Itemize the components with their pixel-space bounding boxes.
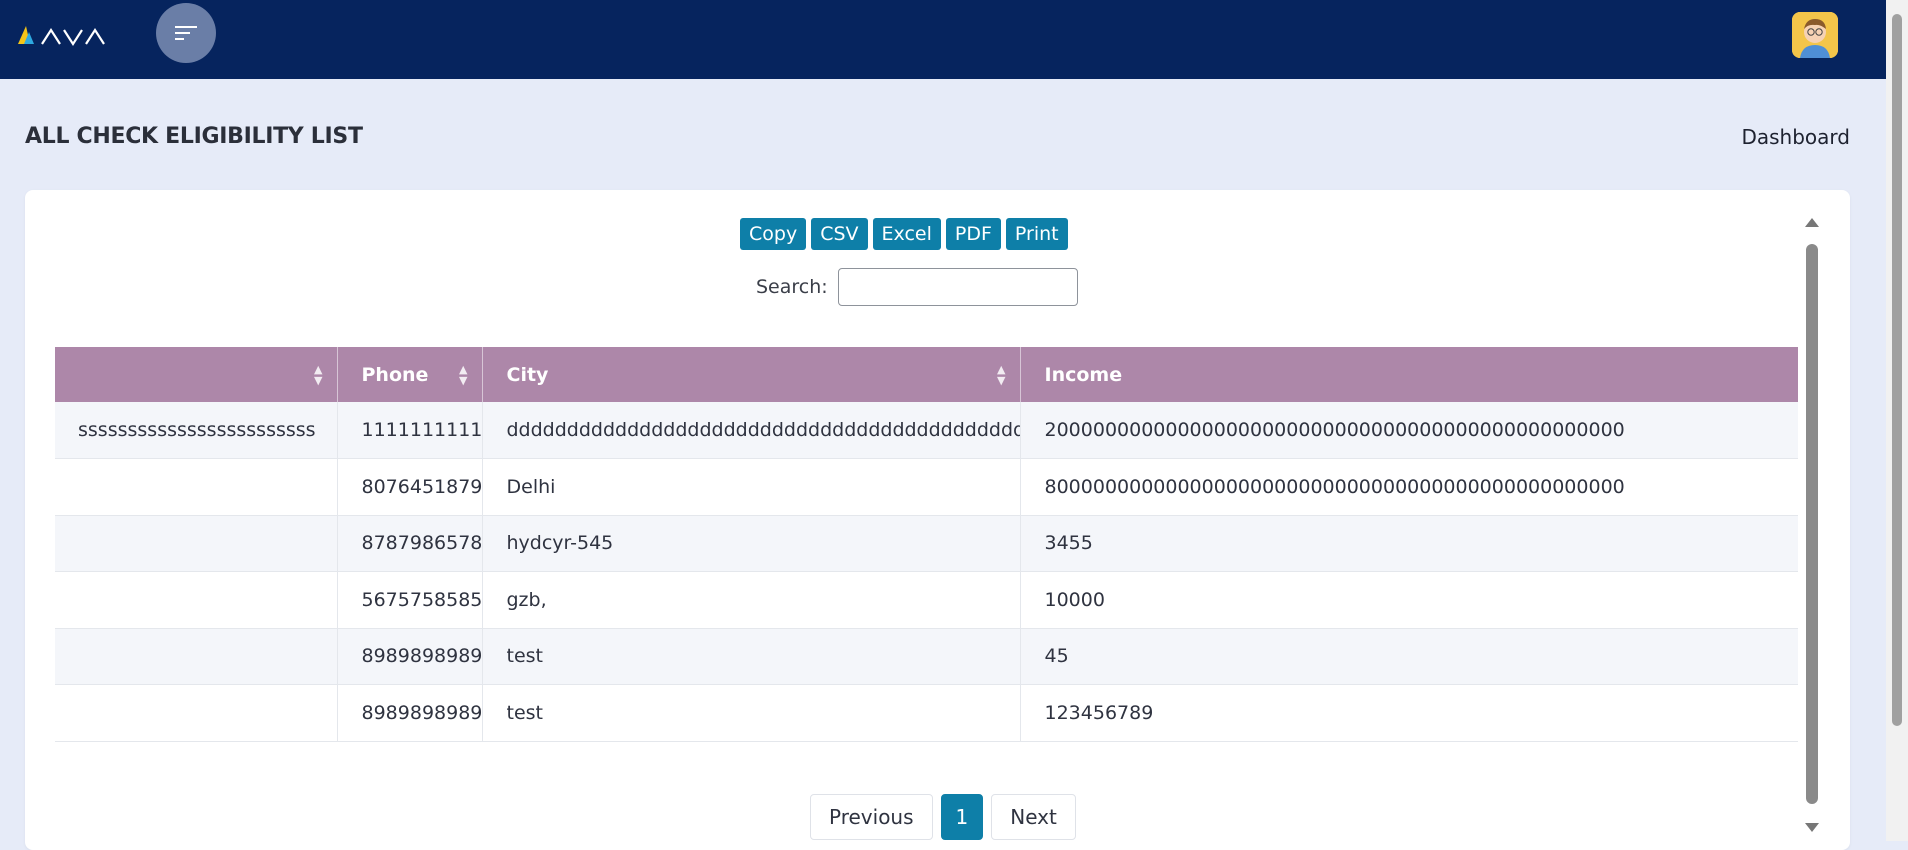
cell-name: ssssssssssssssssssssssss	[55, 402, 338, 459]
cell-name	[55, 571, 338, 629]
table-row: 8989898989 test 123456789	[55, 684, 1798, 742]
table-row: 8787986578 hydcyr-545 3455	[55, 515, 1798, 572]
cell-phone: 8989898989	[337, 684, 483, 742]
top-navbar	[0, 0, 1886, 79]
previous-page-button[interactable]: Previous	[810, 794, 933, 840]
scroll-up-arrow-icon[interactable]	[1805, 218, 1819, 227]
page-1-button[interactable]: 1	[940, 794, 984, 840]
export-buttons: Copy CSV Excel PDF Print	[740, 218, 1068, 250]
table-scroll-area[interactable]: ▲ ▼ Phone ▲ ▼ City ▲ ▼ Income ssssssssss…	[55, 347, 1798, 743]
cell-city: Delhi	[482, 458, 1021, 516]
sort-icon: ▲ ▼	[997, 362, 1006, 387]
table-header-row: ▲ ▼ Phone ▲ ▼ City ▲ ▼ Income	[55, 347, 1798, 402]
cell-income: 8000000000000000000000000000000000000000…	[1020, 458, 1798, 516]
cell-phone: 8787986578	[337, 515, 483, 572]
sort-icon: ▲ ▼	[314, 362, 323, 387]
cell-city: gzb,	[482, 571, 1021, 629]
table-row: 5675758585 gzb, 10000	[55, 571, 1798, 629]
table-row: 8076451879 Delhi 80000000000000000000000…	[55, 458, 1798, 516]
cell-name	[55, 628, 338, 685]
column-header-phone[interactable]: Phone ▲ ▼	[337, 347, 483, 402]
table-row: ssssssssssssssssssssssss 1111111111 dddd…	[55, 402, 1798, 459]
scroll-down-arrow-icon[interactable]	[1805, 823, 1819, 832]
column-header-income[interactable]: Income	[1020, 347, 1798, 402]
cell-city: dddddddddddddddddddddddddddddddddddddddd…	[482, 402, 1021, 459]
search-label: Search:	[756, 276, 828, 298]
next-page-button[interactable]: Next	[991, 794, 1076, 840]
cell-income: 10000	[1020, 571, 1798, 629]
ava-logo[interactable]	[16, 20, 126, 50]
eligibility-table: ▲ ▼ Phone ▲ ▼ City ▲ ▼ Income ssssssssss…	[55, 347, 1798, 742]
user-avatar-icon[interactable]	[1792, 12, 1838, 58]
cell-city: test	[482, 628, 1021, 685]
cell-name	[55, 458, 338, 516]
pdf-button[interactable]: PDF	[945, 218, 1001, 250]
sidebar-toggle-button[interactable]	[156, 3, 216, 63]
cell-city: test	[482, 684, 1021, 742]
cell-income: 3455	[1020, 515, 1798, 572]
table-row: 8989898989 test 45	[55, 628, 1798, 685]
excel-button[interactable]: Excel	[872, 218, 941, 250]
page-title: ALL CHECK ELIGIBILITY LIST	[25, 124, 363, 149]
cell-name	[55, 684, 338, 742]
cell-city: hydcyr-545	[482, 515, 1021, 572]
table-scrollbar-thumb[interactable]	[1806, 244, 1818, 804]
print-button[interactable]: Print	[1005, 218, 1068, 250]
eligibility-list-card: Copy CSV Excel PDF Print Search: ▲ ▼ Pho…	[25, 190, 1850, 850]
copy-button[interactable]: Copy	[740, 218, 807, 250]
page-scrollbar[interactable]	[1886, 0, 1908, 841]
cell-phone: 8989898989	[337, 628, 483, 685]
cell-name	[55, 515, 338, 572]
menu-lines-icon	[175, 26, 197, 40]
breadcrumb-dashboard[interactable]: Dashboard	[1741, 125, 1850, 149]
sort-icon: ▲ ▼	[459, 362, 468, 387]
pagination: Previous 1 Next	[810, 794, 1076, 840]
cell-phone: 1111111111	[337, 402, 483, 459]
search-input[interactable]	[837, 268, 1078, 306]
table-scrollbar[interactable]	[1802, 218, 1824, 832]
csv-button[interactable]: CSV	[811, 218, 868, 250]
page-scrollbar-thumb[interactable]	[1892, 14, 1902, 726]
cell-income: 45	[1020, 628, 1798, 685]
cell-phone: 8076451879	[337, 458, 483, 516]
cell-income: 123456789	[1020, 684, 1798, 742]
column-header-city[interactable]: City ▲ ▼	[482, 347, 1021, 402]
cell-phone: 5675758585	[337, 571, 483, 629]
cell-income: 2000000000000000000000000000000000000000…	[1020, 402, 1798, 459]
column-header-name[interactable]: ▲ ▼	[55, 347, 338, 402]
search-row: Search:	[756, 268, 1078, 306]
